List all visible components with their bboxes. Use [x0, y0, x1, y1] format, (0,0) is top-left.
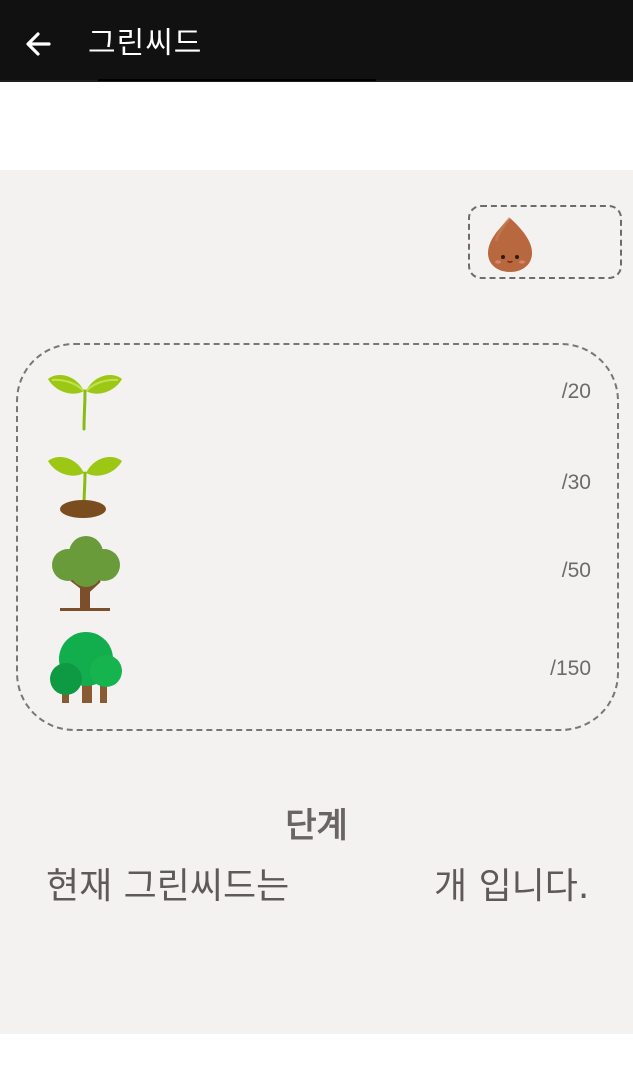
stage-max-seedling: /30 — [561, 471, 591, 494]
stage-max-forest: /150 — [550, 657, 591, 680]
title-underline — [98, 79, 376, 81]
app-bar: 그린씨드 — [0, 0, 633, 82]
tree-icon — [52, 536, 120, 611]
forest-icon — [50, 632, 122, 703]
stage-row-sprout: /20 — [18, 357, 617, 437]
level-suffix: 단계 — [285, 806, 348, 846]
sprout-with-soil-icon — [48, 457, 122, 518]
stage-row-seedling: /30 — [18, 443, 617, 523]
seed-character-icon — [488, 217, 532, 272]
stage-max-sprout: /20 — [561, 380, 591, 403]
status-suffix: 개 입니다. — [434, 866, 590, 907]
status-prefix: 현재 그린씨드는 — [46, 866, 290, 907]
stage-row-tree: /50 — [18, 531, 617, 611]
sprout-icon — [48, 375, 122, 431]
seed-count-status: 현재 그린씨드는 개 입니다. — [46, 857, 606, 913]
stage-max-tree: /50 — [561, 559, 591, 582]
growth-stage-list: /20 /30 /50 /150 — [16, 343, 619, 731]
arrow-left-icon — [26, 32, 51, 56]
page-title: 그린씨드 — [88, 26, 203, 61]
seed-box — [468, 205, 622, 279]
level-label: 단계 — [0, 798, 633, 847]
back-button[interactable] — [18, 24, 58, 64]
stage-row-forest: /150 — [18, 627, 617, 707]
